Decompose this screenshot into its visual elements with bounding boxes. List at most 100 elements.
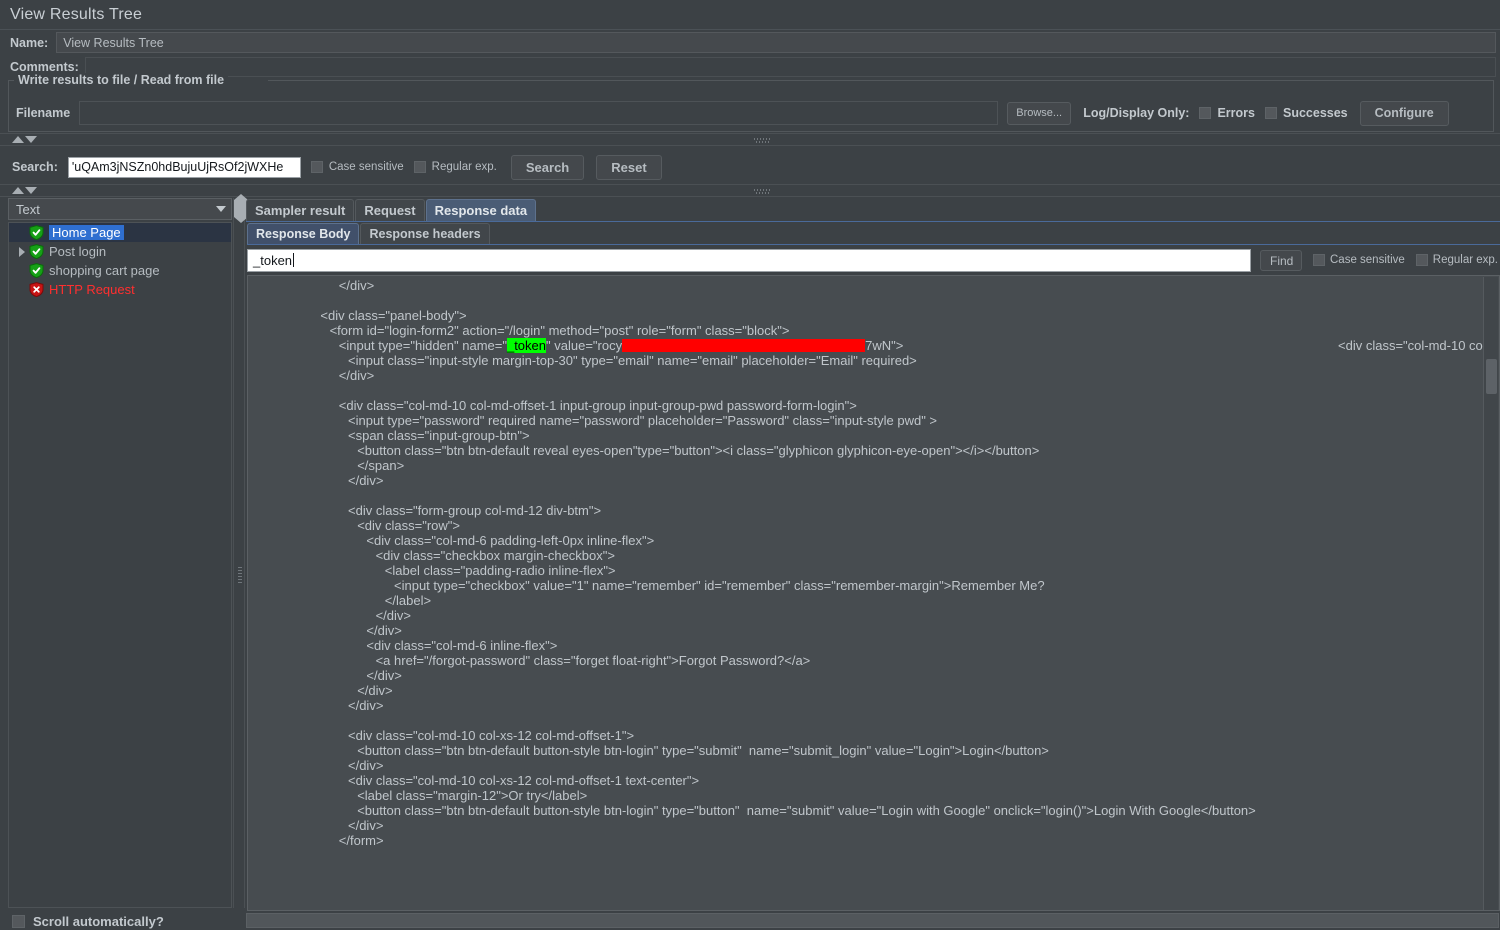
scroll-automatically-row: Scroll automatically?: [0, 912, 245, 930]
response-body-line: <button class="btn btn-default reveal ey…: [357, 443, 1040, 458]
filename-input[interactable]: [79, 101, 999, 125]
vertical-splitter[interactable]: [233, 194, 248, 908]
status-success-shield-icon: [29, 225, 44, 240]
configure-button[interactable]: Configure: [1359, 100, 1449, 126]
tree-item-label: Post login: [49, 244, 107, 259]
find-regular-exp-checkbox[interactable]: [1415, 254, 1428, 266]
result-tabs[interactable]: Sampler result Request Response data: [246, 199, 1500, 222]
response-body-line: [248, 383, 1484, 398]
response-body-text: </div> <div class="panel-body"> <form id="…: [248, 276, 1484, 894]
response-body-line: <input type="hidden" name="_token" value…: [248, 338, 1484, 353]
find-case-sensitive-checkbox[interactable]: [1313, 254, 1325, 266]
chevron-up-icon[interactable]: [12, 136, 24, 143]
response-body-line: [248, 488, 1484, 503]
tree-item-post-login[interactable]: Post login: [9, 242, 231, 261]
tree-item-label: shopping cart page: [49, 263, 160, 278]
results-tree-panel: Text Home Page Post login shopping cart pa…: [8, 198, 232, 908]
status-error-shield-icon: [29, 282, 44, 297]
tab-response-data[interactable]: Response data: [425, 199, 537, 221]
response-body-line: <div class="checkbox margin-checkbox">: [375, 548, 615, 563]
tree-item-home-page[interactable]: Home Page: [9, 223, 231, 242]
text-caret: [293, 253, 295, 267]
scrollbar-thumb[interactable]: [1486, 359, 1497, 394]
find-button[interactable]: Find: [1260, 249, 1302, 271]
response-body-line: <div class="form-group col-md-12 div-btm…: [348, 503, 602, 518]
chevron-down-icon[interactable]: [25, 136, 37, 143]
results-detail-panel: Sampler result Request Response data Respo…: [246, 198, 1500, 912]
search-button[interactable]: Search: [510, 154, 585, 180]
write-results-group-title: Write results to file / Read from file: [14, 73, 229, 87]
search-case-sensitive-checkbox[interactable]: [310, 161, 323, 173]
main-split-pane: Text Home Page Post login shopping cart pa…: [0, 194, 1500, 912]
search-bar: Search: 'uQAm3jNSZn0hdBujuUjRsOf2jWXHe C…: [0, 150, 1500, 184]
response-body-line: </div>: [348, 758, 384, 773]
response-body-line: </span>: [357, 458, 405, 473]
tab-label: Request: [364, 203, 416, 218]
sampler-tree-list[interactable]: Home Page Post login shopping cart page HTT…: [8, 222, 232, 908]
response-body-line: <div class="col-md-10 col-xs-12 col-md-o…: [348, 728, 635, 743]
scroll-automatically-checkbox[interactable]: [12, 914, 25, 928]
response-subtabs[interactable]: Response Body Response headers: [247, 223, 1500, 245]
vertical-splitter-grip: [238, 565, 242, 583]
search-regular-exp-label: Regular exp.: [431, 161, 497, 173]
log-display-only-label: Log/Display Only:: [1083, 106, 1190, 120]
response-body-horizontal-scrollbar[interactable]: [246, 913, 1499, 928]
response-body-line: <form id="register-form2" action="/regis…: [248, 893, 1484, 894]
successes-label: Successes: [1282, 106, 1348, 120]
response-body-line: <form id="login-form2" action="/login" m…: [329, 323, 790, 338]
subtab-response-body[interactable]: Response Body: [247, 223, 360, 244]
filename-row: Filename Browse... Log/Display Only: Err…: [8, 99, 1494, 127]
response-body-line: <div class="col-md-6 padding-left-0px in…: [366, 533, 655, 548]
response-body-line: [248, 878, 1484, 893]
response-body-line: </div>: [366, 623, 402, 638]
errors-checkbox[interactable]: [1199, 107, 1212, 119]
chevron-left-icon[interactable]: [234, 194, 241, 223]
splitter-top-grip: [754, 138, 770, 143]
search-regular-exp-checkbox[interactable]: [413, 161, 426, 173]
response-body-line-tail: <div class="col-md-10 col-md-offset-1">: [1338, 338, 1484, 353]
filename-label: Filename: [16, 106, 71, 120]
splitter-middle-grip: [754, 189, 770, 194]
tab-sampler-result[interactable]: Sampler result: [246, 199, 355, 221]
subtab-response-headers[interactable]: Response headers: [360, 223, 490, 244]
search-label: Search:: [12, 160, 58, 174]
name-input[interactable]: View Results Tree: [56, 32, 1496, 53]
chevron-up-icon[interactable]: [12, 187, 24, 194]
splitter-middle[interactable]: [0, 184, 1500, 197]
search-case-sensitive-wrap: Case sensitive: [301, 161, 404, 173]
response-body-line: </form>: [338, 833, 384, 848]
response-body-line: <div class="panel-body">: [320, 308, 467, 323]
chevron-down-icon[interactable]: [25, 187, 37, 194]
jmeter-view-results-tree-window: View Results Tree Name: View Results Tre…: [0, 0, 1500, 930]
response-body-vertical-scrollbar[interactable]: [1483, 277, 1498, 910]
tab-request[interactable]: Request: [355, 199, 425, 221]
response-body-line: <label class="margin-12">Or try</label>: [357, 788, 588, 803]
comments-input[interactable]: [84, 57, 1496, 77]
chevron-down-icon[interactable]: [211, 206, 231, 212]
response-body-line: <label class="padding-radio inline-flex"…: [384, 563, 616, 578]
tree-item-http-request[interactable]: HTTP Request: [9, 280, 231, 299]
response-body-line: </div>: [348, 818, 384, 833]
response-body-line: </label>: [384, 593, 432, 608]
search-input[interactable]: 'uQAm3jNSZn0hdBujuUjRsOf2jWXHe: [67, 156, 301, 178]
response-body-line: </div>: [338, 368, 375, 383]
find-input[interactable]: _token: [247, 248, 1251, 272]
search-match-highlight: _token: [506, 338, 547, 353]
response-body-line: <div class="col-md-6 inline-flex">: [366, 638, 558, 653]
response-body-line: <input type="password" required name="pa…: [348, 413, 938, 428]
render-format-dropdown[interactable]: Text: [8, 198, 232, 220]
response-body-line: <span class="input-group-btn">: [348, 428, 530, 443]
splitter-top-collapse-icons[interactable]: [12, 136, 37, 143]
page-title: View Results Tree: [10, 5, 143, 23]
tree-expand-arrow-icon[interactable]: [15, 246, 29, 257]
successes-checkbox[interactable]: [1264, 107, 1277, 119]
splitter-middle-collapse-icons[interactable]: [12, 187, 37, 194]
response-body-viewer[interactable]: </div> <div class="panel-body"> <form id="…: [247, 275, 1500, 911]
splitter-top[interactable]: [0, 133, 1500, 146]
reset-button[interactable]: Reset: [596, 154, 662, 180]
subtab-label: Response headers: [369, 227, 481, 241]
response-body-line: </div>: [375, 608, 412, 623]
browse-button[interactable]: Browse...: [1007, 101, 1072, 125]
tree-item-shopping-cart-page[interactable]: shopping cart page: [9, 261, 231, 280]
name-row: Name: View Results Tree: [0, 31, 1500, 54]
